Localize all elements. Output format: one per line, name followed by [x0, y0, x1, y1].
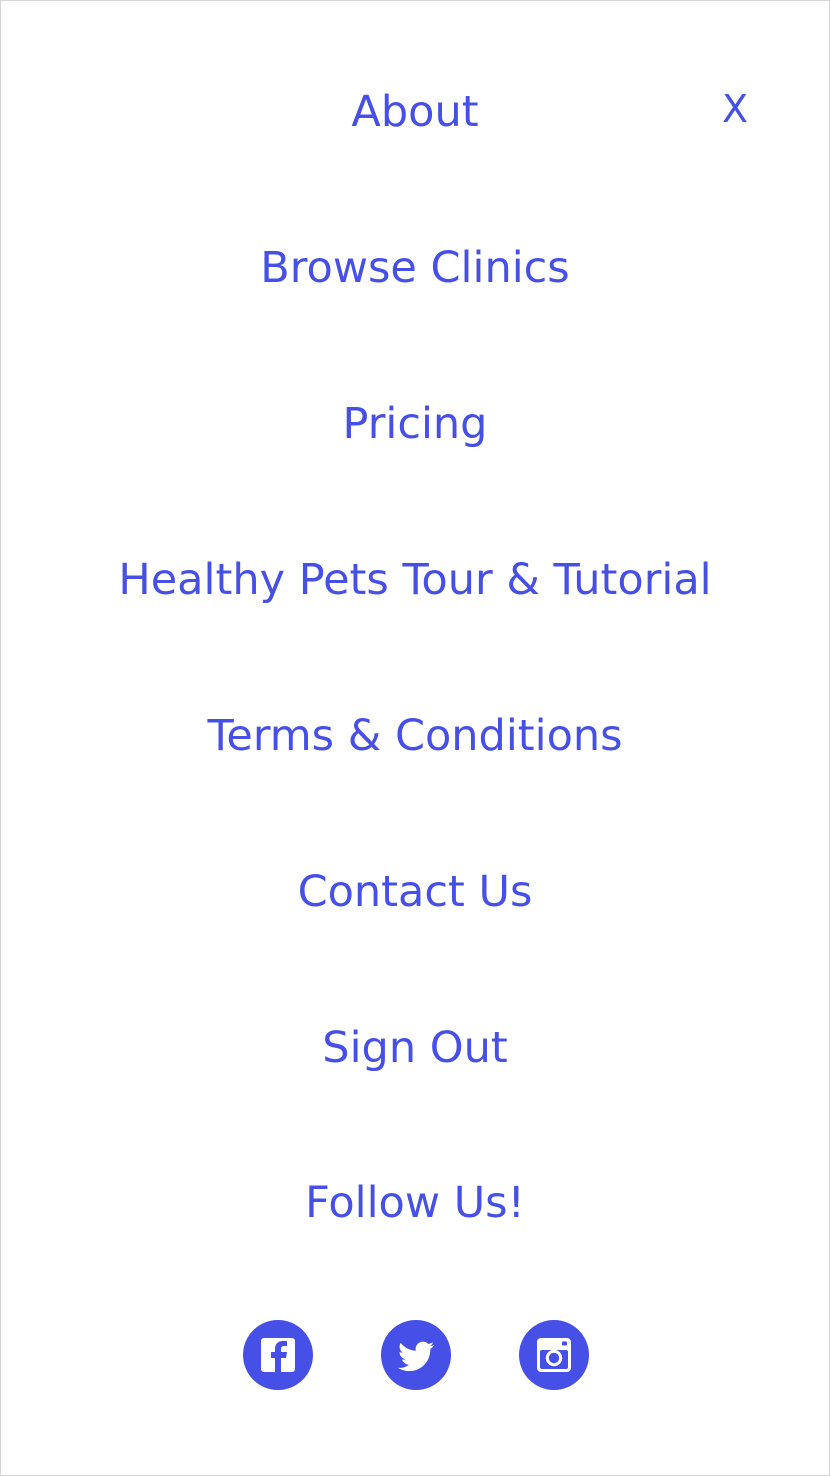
- nav-item-about: About: [1, 77, 829, 147]
- nav-item-sign-out: Sign Out: [1, 1013, 829, 1083]
- nav-link-sign-out[interactable]: Sign Out: [322, 1013, 507, 1083]
- instagram-icon: [537, 1338, 571, 1372]
- nav-item-terms-conditions: Terms & Conditions: [1, 701, 829, 771]
- nav-link-about[interactable]: About: [351, 77, 478, 147]
- follow-us-heading: Follow Us!: [305, 1178, 525, 1228]
- nav-link-terms-conditions[interactable]: Terms & Conditions: [207, 701, 622, 771]
- nav-item-pricing: Pricing: [1, 389, 829, 459]
- nav-item-browse-clinics: Browse Clinics: [1, 233, 829, 303]
- nav-item-tour-tutorial: Healthy Pets Tour & Tutorial: [1, 545, 829, 615]
- twitter-button[interactable]: [381, 1320, 451, 1390]
- twitter-icon: [397, 1341, 434, 1372]
- nav-link-tour-tutorial[interactable]: Healthy Pets Tour & Tutorial: [118, 545, 711, 615]
- nav-link-contact-us[interactable]: Contact Us: [298, 857, 533, 927]
- nav-link-browse-clinics[interactable]: Browse Clinics: [260, 233, 569, 303]
- facebook-icon: [261, 1338, 295, 1372]
- social-links: [1, 1320, 829, 1390]
- instagram-button[interactable]: [519, 1320, 589, 1390]
- nav-item-contact-us: Contact Us: [1, 857, 829, 927]
- mobile-menu-panel: X About Browse Clinics Pricing Healthy P…: [0, 0, 830, 1476]
- facebook-button[interactable]: [243, 1320, 313, 1390]
- nav-link-pricing[interactable]: Pricing: [343, 389, 488, 459]
